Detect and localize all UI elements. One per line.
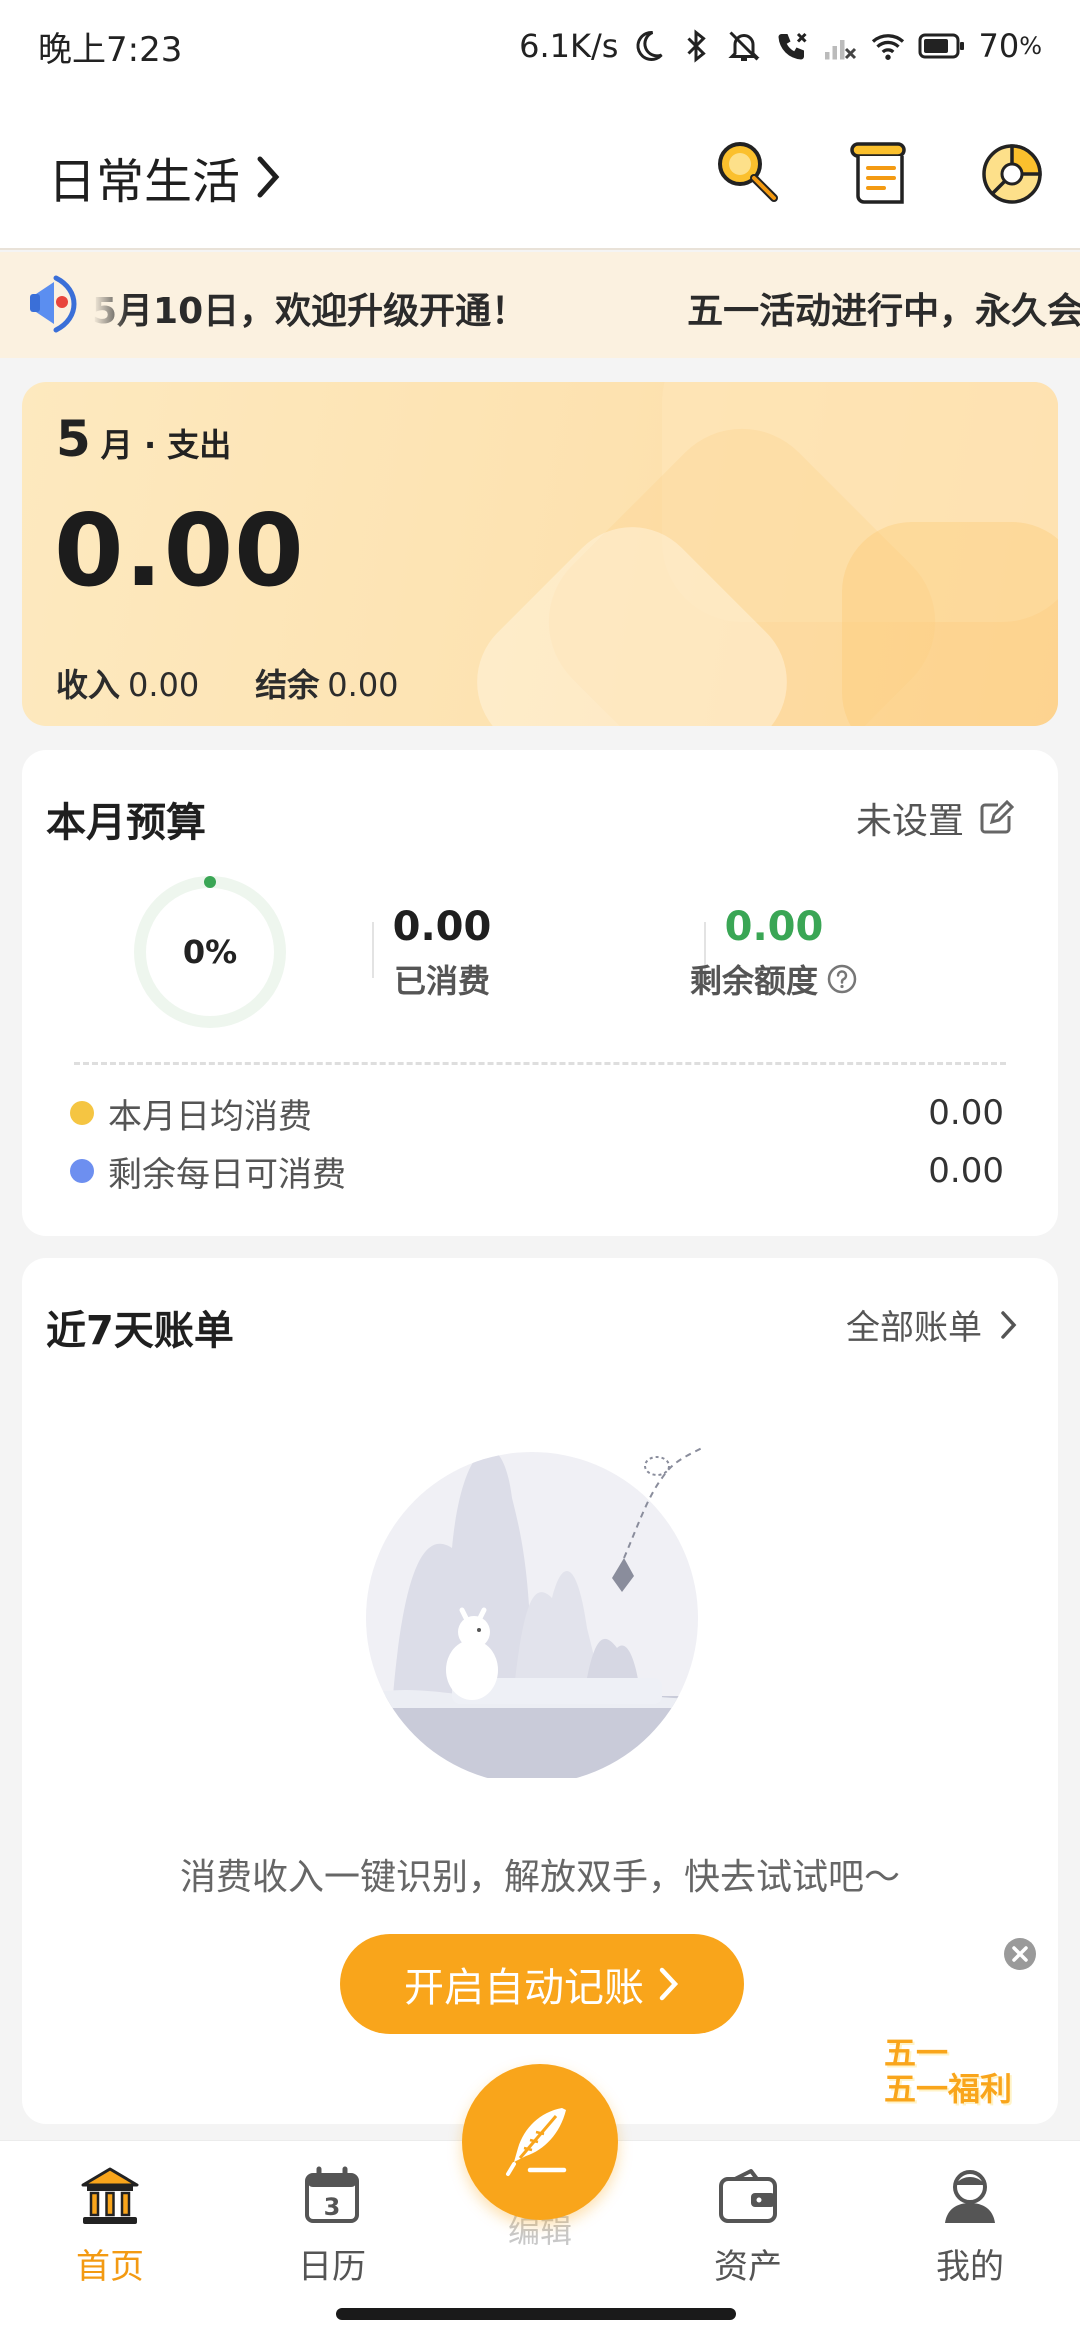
svg-text:3: 3: [324, 2193, 341, 2221]
month-number: 5: [56, 410, 91, 468]
add-record-button[interactable]: [462, 2064, 618, 2220]
budget-title: 本月预算: [46, 800, 206, 846]
empty-state-illustration: [366, 1447, 703, 1778]
announcement-marquee[interactable]: 5月10日，欢迎升级开通！ 五一活动进行中，永久会员: [0, 252, 1080, 358]
no-signal-icon: [822, 28, 858, 64]
budget-percent: 0%: [182, 933, 238, 971]
moon-icon: [630, 28, 666, 64]
spent-value: 0.00: [392, 904, 492, 950]
nav-assets[interactable]: 资产: [678, 2163, 818, 2288]
chevron-right-icon: [1001, 1310, 1017, 1339]
recent-bills-card: 近7天账单 全部账单 消费收入一键识别，解放双手，快去试试吧～ 开启自动记账: [22, 1258, 1058, 2124]
pie-chart-icon[interactable]: [976, 136, 1048, 208]
promo-line-2: 五一福利: [884, 2070, 1013, 2108]
daily-average-value: 0.00: [928, 1093, 1004, 1133]
dashed-divider: [74, 1062, 1006, 1065]
remaining-value: 0.00: [724, 904, 824, 950]
daily-average-label: 本月日均消费: [108, 1096, 312, 1137]
nav-home-label: 首页: [76, 2247, 144, 2287]
daily-available-row: 剩余每日可消费 0.00: [70, 1146, 1030, 1196]
wallet-icon: [719, 2169, 777, 2223]
all-bills-link[interactable]: 全部账单: [846, 1300, 1018, 1349]
spent-label: 已消费: [393, 962, 490, 1000]
calendar-icon: 3: [305, 2166, 359, 2223]
marquee-text: 5月10日，欢迎升级开通！ 五一活动进行中，永久会员: [92, 291, 1080, 332]
income-stat: 收入 0.00: [56, 666, 200, 704]
wifi-icon: [870, 28, 906, 64]
ledger-name: 日常生活: [48, 154, 241, 210]
status-bar: 晚上7:23 6.1K/s 70%: [0, 0, 1080, 92]
user-profile-icon: [945, 2170, 995, 2223]
chevron-right-icon: [659, 1967, 679, 2001]
nav-mine-label: 我的: [936, 2247, 1004, 2287]
all-bills-label: 全部账单: [846, 1308, 982, 1348]
bill-list-icon[interactable]: [842, 136, 914, 208]
help-icon[interactable]: [826, 963, 858, 995]
budget-card: 本月预算 未设置 0% 0.00 已消费 0.00 剩余额度 本月日均消费 0.…: [22, 750, 1058, 1236]
month-label: 月 · 支出: [100, 426, 232, 464]
nav-home[interactable]: 首页: [40, 2163, 180, 2288]
nav-assets-label: 资产: [714, 2247, 782, 2287]
may-day-promo-badge[interactable]: 五一 五一福利: [880, 2022, 1030, 2108]
empty-state-text: 消费收入一键识别，解放双手，快去试试吧～: [179, 1857, 900, 1898]
nav-calendar-label: 日历: [298, 2247, 366, 2287]
bank-building-icon: [81, 2167, 139, 2224]
marquee-fade: [84, 252, 128, 358]
search-icon[interactable]: [710, 136, 782, 208]
summary-month: 5 月 · 支出: [56, 410, 231, 468]
summary-row: 收入 0.00 结余 0.00: [56, 660, 399, 706]
recent-title: 近7天账单: [46, 1308, 234, 1354]
blue-dot-icon: [70, 1159, 94, 1183]
enable-auto-bookkeeping-button[interactable]: 开启自动记账: [340, 1934, 744, 2034]
remaining-stat: 0.00 剩余额度: [654, 904, 894, 1002]
ledger-selector[interactable]: 日常生活: [48, 142, 282, 212]
expense-amount: 0.00: [54, 492, 305, 609]
status-icons: 6.1K/s 70%: [519, 20, 1042, 72]
status-time: 晚上7:23: [38, 30, 183, 70]
set-budget-button[interactable]: 未设置: [856, 792, 1014, 844]
daily-average-row: 本月日均消费 0.00: [70, 1088, 1030, 1138]
budget-progress-ring: 0%: [132, 874, 288, 1030]
remaining-label-wrap: 剩余额度: [690, 956, 858, 1002]
battery-icon: [918, 31, 966, 61]
close-promo-icon[interactable]: [1002, 1936, 1038, 1972]
call-blocked-icon: [774, 28, 810, 64]
nav-calendar[interactable]: 3 日历: [262, 2163, 402, 2288]
budget-status-text: 未设置: [855, 801, 964, 842]
battery-percent: 70%: [978, 27, 1042, 65]
app-header: 日常生活: [0, 92, 1080, 250]
edit-icon: [980, 800, 1014, 834]
auto-btn-label: 开启自动记账: [404, 1966, 644, 2010]
spent-stat: 0.00 已消费: [322, 904, 562, 1002]
mute-bell-icon: [726, 28, 762, 64]
daily-available-label: 剩余每日可消费: [108, 1154, 346, 1195]
nav-mine[interactable]: 我的: [900, 2163, 1040, 2288]
yellow-dot-icon: [70, 1101, 94, 1125]
home-indicator: [336, 2308, 736, 2320]
chevron-right-icon: [257, 156, 280, 198]
quill-pen-icon: [506, 2108, 567, 2176]
megaphone-icon: [30, 275, 77, 333]
monthly-summary-card[interactable]: 5 月 · 支出 0.00 收入 0.00 结余 0.00: [22, 382, 1058, 726]
net-speed: 6.1K/s: [519, 27, 619, 65]
remaining-label: 剩余额度: [689, 962, 818, 1000]
bluetooth-icon: [678, 28, 714, 64]
daily-available-value: 0.00: [928, 1151, 1004, 1191]
balance-stat: 结余 0.00: [255, 666, 399, 704]
